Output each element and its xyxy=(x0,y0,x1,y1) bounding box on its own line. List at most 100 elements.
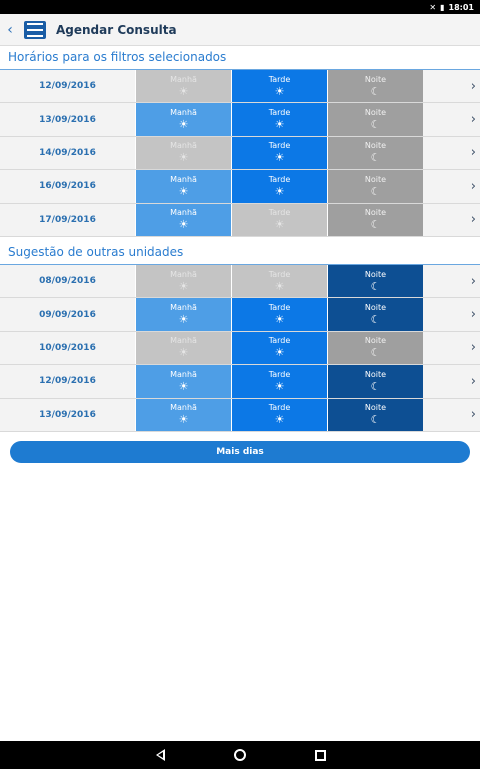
schedule-row[interactable]: 08/09/2016 Manhã ☀ Tarde ☀ Noite ☾ › xyxy=(0,265,480,299)
slot-label: Noite xyxy=(364,403,387,413)
slot-label: Tarde xyxy=(268,141,291,151)
slot-noite[interactable]: Noite ☾ xyxy=(327,265,423,298)
sun-icon: ☀ xyxy=(274,346,285,360)
slot-tarde[interactable]: Tarde ☀ xyxy=(231,365,327,398)
sunrise-icon: ☀ xyxy=(178,413,189,427)
section-title-filters: Horários para os filtros selecionados xyxy=(8,50,227,64)
sunrise-icon: ☀ xyxy=(178,346,189,360)
slot-manha[interactable]: Manhã ☀ xyxy=(135,398,231,431)
slot-label: Tarde xyxy=(268,174,291,184)
slot-noite[interactable]: Noite ☾ xyxy=(327,298,423,331)
slot-manha: Manhã ☀ xyxy=(135,265,231,298)
schedule-row[interactable]: 14/09/2016 Manhã ☀ Tarde ☀ Noite ☾ › xyxy=(0,136,480,171)
sunrise-icon: ☀ xyxy=(178,279,189,293)
row-expand[interactable]: › xyxy=(423,70,480,103)
slot-tarde[interactable]: Tarde ☀ xyxy=(231,103,327,136)
schedule-row[interactable]: 10/09/2016 Manhã ☀ Tarde ☀ Noite ☾ › xyxy=(0,331,480,366)
slot-label: Tarde xyxy=(268,403,291,413)
slot-label: Noite xyxy=(364,208,387,218)
slot-noite[interactable]: Noite ☾ xyxy=(327,136,423,170)
slot-label: Tarde xyxy=(268,269,291,279)
sun-icon: ☀ xyxy=(274,313,285,327)
row-expand[interactable]: › xyxy=(423,203,480,236)
slot-label: Tarde xyxy=(268,108,291,118)
slot-manha[interactable]: Manhã ☀ xyxy=(135,365,231,398)
sunrise-icon: ☀ xyxy=(178,218,189,232)
row-date: 14/09/2016 xyxy=(0,136,135,170)
slot-noite[interactable]: Noite ☾ xyxy=(327,170,423,203)
slot-manha: Manhã ☀ xyxy=(135,70,231,103)
slot-tarde[interactable]: Tarde ☀ xyxy=(231,331,327,365)
slot-noite[interactable]: Noite ☾ xyxy=(327,365,423,398)
slot-noite[interactable]: Noite ☾ xyxy=(327,203,423,236)
slot-noite[interactable]: Noite ☾ xyxy=(327,398,423,431)
slot-tarde[interactable]: Tarde ☀ xyxy=(231,298,327,331)
nav-recents-button[interactable] xyxy=(308,745,332,765)
sunrise-icon: ☀ xyxy=(178,184,189,198)
slot-label: Noite xyxy=(364,269,387,279)
chevron-right-icon: › xyxy=(470,307,476,323)
slot-noite[interactable]: Noite ☾ xyxy=(327,70,423,103)
row-expand[interactable]: › xyxy=(423,265,480,298)
slot-label: Tarde xyxy=(268,303,291,313)
slot-manha[interactable]: Manhã ☀ xyxy=(135,298,231,331)
row-date: 13/09/2016 xyxy=(0,103,135,136)
slot-label: Tarde xyxy=(268,74,291,84)
row-date: 10/09/2016 xyxy=(0,331,135,365)
chevron-left-icon: ‹ xyxy=(7,21,13,38)
row-date: 12/09/2016 xyxy=(0,365,135,398)
slot-label: Manhã xyxy=(170,208,197,218)
slot-noite[interactable]: Noite ☾ xyxy=(327,331,423,365)
slot-label: Tarde xyxy=(268,336,291,346)
slot-tarde[interactable]: Tarde ☀ xyxy=(231,170,327,203)
schedule-row[interactable]: 13/09/2016 Manhã ☀ Tarde ☀ Noite ☾ › xyxy=(0,398,480,432)
row-expand[interactable]: › xyxy=(423,136,480,170)
schedule-row[interactable]: 13/09/2016 Manhã ☀ Tarde ☀ Noite ☾ › xyxy=(0,103,480,137)
slot-manha[interactable]: Manhã ☀ xyxy=(135,103,231,136)
sun-icon: ☀ xyxy=(274,118,285,132)
hamburger-menu-icon[interactable] xyxy=(24,20,46,39)
slot-label: Manhã xyxy=(170,336,197,346)
schedule-row[interactable]: 17/09/2016 Manhã ☀ Tarde ☀ Noite ☾ › xyxy=(0,203,480,237)
nav-home-button[interactable] xyxy=(228,745,252,765)
moon-icon: ☾ xyxy=(370,346,381,360)
row-expand[interactable]: › xyxy=(423,331,480,365)
row-expand[interactable]: › xyxy=(423,365,480,398)
schedule-row[interactable]: 12/09/2016 Manhã ☀ Tarde ☀ Noite ☾ › xyxy=(0,70,480,104)
slot-tarde[interactable]: Tarde ☀ xyxy=(231,398,327,431)
sunrise-icon: ☀ xyxy=(178,84,189,98)
more-days-button[interactable]: Mais dias xyxy=(10,441,470,463)
row-expand[interactable]: › xyxy=(423,170,480,203)
schedule-row[interactable]: 09/09/2016 Manhã ☀ Tarde ☀ Noite ☾ › xyxy=(0,298,480,332)
no-signal-icon: ✕ xyxy=(429,2,437,12)
slot-label: Noite xyxy=(364,108,387,118)
moon-icon: ☾ xyxy=(370,218,381,232)
row-expand[interactable]: › xyxy=(423,298,480,331)
schedule-row[interactable]: 16/09/2016 Manhã ☀ Tarde ☀ Noite ☾ › xyxy=(0,170,480,204)
nav-back-button[interactable] xyxy=(148,745,172,765)
row-expand[interactable]: › xyxy=(423,103,480,136)
moon-icon: ☾ xyxy=(370,279,381,293)
slot-label: Tarde xyxy=(268,208,291,218)
row-expand[interactable]: › xyxy=(423,398,480,431)
sun-icon: ☀ xyxy=(274,279,285,293)
slot-tarde[interactable]: Tarde ☀ xyxy=(231,136,327,170)
chevron-right-icon: › xyxy=(470,340,476,356)
chevron-right-icon: › xyxy=(470,373,476,389)
slot-manha[interactable]: Manhã ☀ xyxy=(135,203,231,236)
slot-label: Manhã xyxy=(170,108,197,118)
slot-tarde[interactable]: Tarde ☀ xyxy=(231,70,327,103)
schedule-row[interactable]: 12/09/2016 Manhã ☀ Tarde ☀ Noite ☾ › xyxy=(0,365,480,399)
row-date: 09/09/2016 xyxy=(0,298,135,331)
slot-noite[interactable]: Noite ☾ xyxy=(327,103,423,136)
slot-manha: Manhã ☀ xyxy=(135,331,231,365)
chevron-right-icon: › xyxy=(470,273,476,289)
slot-manha[interactable]: Manhã ☀ xyxy=(135,170,231,203)
slot-tarde: Tarde ☀ xyxy=(231,265,327,298)
back-button[interactable]: ‹ xyxy=(0,14,20,46)
slot-label: Manhã xyxy=(170,403,197,413)
sun-icon: ☀ xyxy=(274,84,285,98)
battery-icon: ▮ xyxy=(440,2,445,12)
chevron-right-icon: › xyxy=(470,212,476,228)
square-recents-icon xyxy=(314,749,326,761)
